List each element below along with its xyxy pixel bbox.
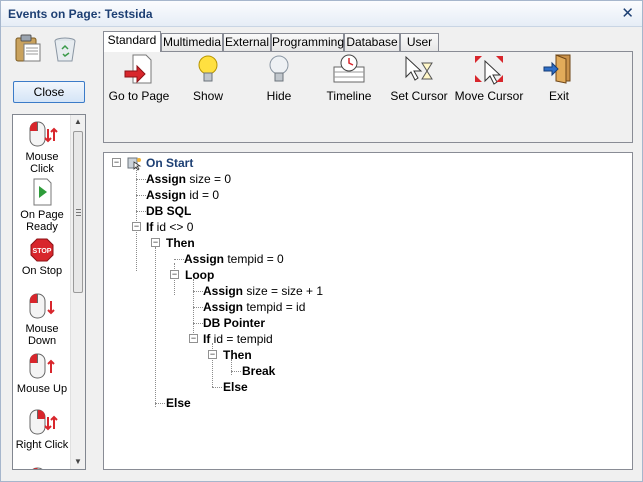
- move-cursor-icon: [472, 53, 506, 85]
- tool-exit[interactable]: Exit: [523, 53, 595, 103]
- event-label: Mouse Click: [25, 151, 59, 175]
- tool-timeline[interactable]: Timeline: [313, 53, 385, 103]
- svg-text:STOP: STOP: [33, 248, 52, 255]
- tree-node[interactable]: If id <> 0: [146, 220, 193, 234]
- tab-user[interactable]: User: [400, 33, 439, 52]
- tool-label: Move Cursor: [454, 89, 524, 103]
- tool-show[interactable]: Show: [172, 53, 244, 103]
- scroll-thumb[interactable]: [73, 131, 83, 293]
- tab-database[interactable]: Database: [344, 33, 400, 52]
- on-page-ready-icon: [26, 177, 58, 207]
- event-right-click[interactable]: Right Click: [13, 407, 71, 451]
- title-bar: Events on Page: Testsida ✕: [1, 1, 642, 27]
- tree-node[interactable]: Assign id = 0: [146, 188, 219, 202]
- tool-label: Exit: [548, 89, 569, 103]
- tree-node[interactable]: If id = tempid: [203, 332, 273, 346]
- collapse-toggle-icon[interactable]: −: [151, 238, 160, 247]
- event-label: Mouse Up: [16, 383, 68, 395]
- on-start-icon: [127, 155, 143, 171]
- tool-go-to-page[interactable]: Go to Page: [103, 53, 175, 103]
- tool-label: Hide: [266, 89, 292, 103]
- event-partial: [13, 465, 71, 469]
- events-scrollbar[interactable]: ▲ ▼: [70, 115, 85, 469]
- tree-node[interactable]: Then: [223, 348, 252, 362]
- lightbulb-off-icon: [262, 53, 296, 85]
- mouse-icon: [26, 465, 58, 469]
- event-label: On Page Ready: [20, 209, 64, 233]
- tree-node[interactable]: Break: [242, 364, 275, 378]
- set-cursor-icon: [402, 53, 436, 85]
- scroll-up-icon[interactable]: ▲: [71, 115, 85, 129]
- event-on-stop[interactable]: STOP On Stop: [13, 237, 71, 277]
- tool-set-cursor[interactable]: Set Cursor: [383, 53, 455, 103]
- collapse-toggle-icon[interactable]: −: [208, 350, 217, 359]
- close-button[interactable]: Close: [13, 81, 85, 103]
- event-mouse-up[interactable]: Mouse Up: [13, 351, 71, 395]
- tool-label: Go to Page: [108, 89, 170, 103]
- tree-node[interactable]: Assign size = size + 1: [203, 284, 323, 298]
- events-window: Events on Page: Testsida ✕ Close Mouse C…: [0, 0, 643, 482]
- tree-node[interactable]: Else: [223, 380, 248, 394]
- scroll-down-icon[interactable]: ▼: [71, 455, 85, 469]
- tree-node[interactable]: Then: [166, 236, 195, 250]
- tree-node[interactable]: Assign size = 0: [146, 172, 231, 186]
- timeline-icon: [332, 53, 366, 85]
- tab-programming[interactable]: Programming: [271, 33, 344, 52]
- event-on-page-ready[interactable]: On Page Ready: [13, 177, 71, 233]
- script-tree: − − − − − − On Start Assign size = 0 Ass…: [103, 152, 633, 470]
- action-tabs: Standard Multimedia External Programming…: [103, 31, 443, 52]
- tree-node[interactable]: On Start: [146, 156, 193, 170]
- mouse-click-icon: [26, 119, 58, 149]
- tree-node[interactable]: DB SQL: [146, 204, 191, 218]
- tool-label: Timeline: [326, 89, 372, 103]
- tree-node[interactable]: Else: [166, 396, 191, 410]
- tab-multimedia[interactable]: Multimedia: [161, 33, 223, 52]
- tree-node[interactable]: Assign tempid = 0: [184, 252, 284, 266]
- lightbulb-on-icon: [191, 53, 225, 85]
- recycle-bin-icon[interactable]: [51, 35, 79, 63]
- right-click-icon: [26, 407, 58, 437]
- collapse-toggle-icon[interactable]: −: [170, 270, 179, 279]
- event-mouse-down[interactable]: Mouse Down: [13, 291, 71, 347]
- tree-node[interactable]: DB Pointer: [203, 316, 265, 330]
- go-to-page-icon: [122, 53, 156, 85]
- event-label: Mouse Down: [25, 323, 59, 347]
- event-label: Right Click: [15, 439, 69, 451]
- tab-standard[interactable]: Standard: [103, 31, 161, 52]
- mouse-up-icon: [26, 351, 58, 381]
- event-mouse-click[interactable]: Mouse Click: [13, 119, 71, 175]
- close-icon[interactable]: ✕: [621, 4, 634, 22]
- clipboard-icon[interactable]: [13, 33, 43, 63]
- tree-node[interactable]: Assign tempid = id: [203, 300, 305, 314]
- tool-label: Show: [192, 89, 224, 103]
- mouse-down-icon: [26, 291, 58, 321]
- collapse-toggle-icon[interactable]: −: [132, 222, 141, 231]
- window-title: Events on Page: Testsida: [8, 7, 153, 21]
- events-list: Mouse Click On Page Ready STOP On Stop M…: [12, 114, 86, 470]
- event-label: On Stop: [21, 265, 63, 277]
- tool-label: Set Cursor: [390, 89, 448, 103]
- collapse-toggle-icon[interactable]: −: [189, 334, 198, 343]
- tool-move-cursor[interactable]: Move Cursor: [453, 53, 525, 103]
- tree-node[interactable]: Loop: [185, 268, 214, 282]
- tool-hide[interactable]: Hide: [243, 53, 315, 103]
- collapse-toggle-icon[interactable]: −: [112, 158, 121, 167]
- stop-icon: STOP: [26, 237, 58, 263]
- tab-external[interactable]: External: [223, 33, 271, 52]
- exit-icon: [542, 53, 576, 85]
